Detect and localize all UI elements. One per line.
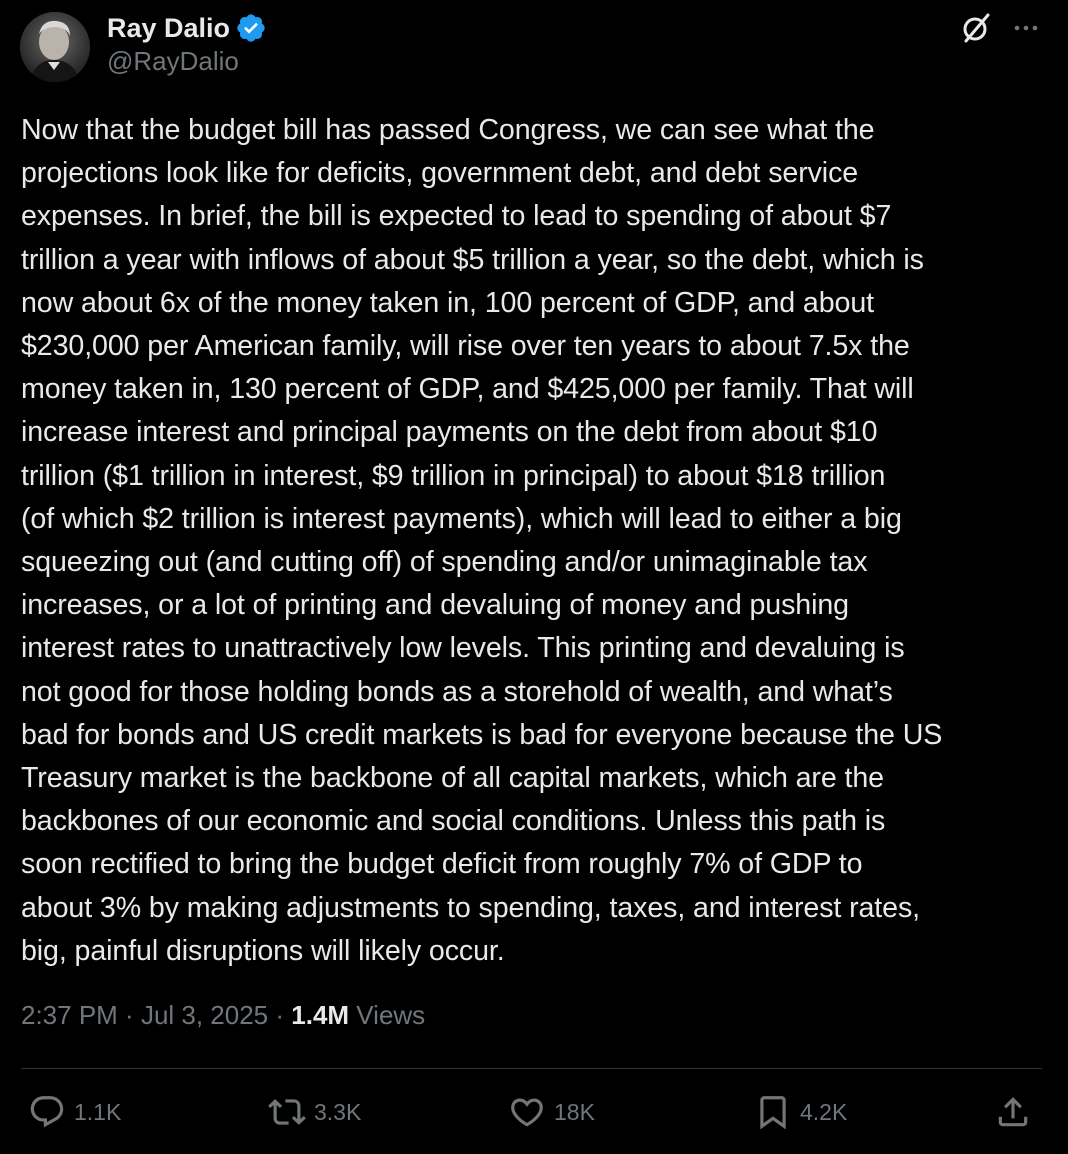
author-name-row: Ray Dalio [107,10,267,46]
tweet-text-line: increase interest and principal payments… [21,416,878,449]
tweet-text-line: big, painful disruptions will likely occ… [21,934,505,967]
tweet-meta: 2:37 PM · Jul 3, 2025 · 1.4M Views [21,1000,425,1031]
repost-count: 3.3K [314,1098,362,1125]
tweet-text-line: expenses. In brief, the bill is expected… [21,200,892,233]
meta-separator: · [268,1000,292,1030]
views-count: 1.4M [291,1000,350,1030]
tweet-text-line: squeezing out (and cutting off) of spend… [21,546,868,579]
tweet-text: Now that the budget bill has passed Cong… [21,109,1045,973]
author-display-name[interactable]: Ray Dalio [107,13,230,44]
avatar[interactable] [20,12,90,82]
views-label: Views [349,1000,426,1030]
heart-icon [511,1098,543,1127]
bookmark-icon [760,1096,786,1130]
share-icon [998,1097,1028,1127]
tweet-text-line: soon rectified to bring the budget defic… [21,848,863,881]
bookmark-button[interactable]: 4.2K [754,1088,847,1136]
tweet-text-line: increases, or a lot of printing and deva… [21,589,849,622]
tweet-text-line: projections look like for deficits, gove… [21,157,859,190]
tweet-text-line: interest rates to unattractively low lev… [21,632,905,665]
tweet-text-line: now about 6x of the money taken in, 100 … [21,286,874,319]
grok-icon[interactable] [958,10,994,46]
bookmark-count: 4.2K [800,1098,848,1125]
reply-count: 1.1K [74,1098,122,1125]
action-bar: 1.1K 3.3K 18K 4.2K [0,1088,1068,1136]
tweet-text-line: trillion ($1 trillion in interest, $9 tr… [21,459,886,492]
tweet-text-line: about 3% by making adjustments to spendi… [21,891,920,924]
tweet-text-line: $230,000 per American family, will rise … [21,330,910,363]
author-handle[interactable]: @RayDalio [107,46,239,77]
like-count: 18K [554,1098,595,1125]
repost-button[interactable]: 3.3K [268,1088,361,1136]
repost-icon [268,1099,306,1125]
tweet-text-line: backbones of our economic and social con… [21,805,886,838]
tweet-text-line: money taken in, 130 percent of GDP, and … [21,373,914,406]
tweet-text-line: not good for those holding bonds as a st… [21,675,893,708]
verified-badge-icon[interactable] [235,12,267,44]
divider [21,1068,1042,1069]
tweet-text-line: Now that the budget bill has passed Cong… [21,114,875,146]
tweet-text-line: trillion a year with inflows of about $5… [21,243,924,276]
tweet-text-line: (of which $2 trillion is interest paymen… [21,502,902,535]
tweet-text-line: Treasury market is the backbone of all c… [21,762,884,795]
reply-button[interactable]: 1.1K [28,1088,121,1136]
tweet-date[interactable]: Jul 3, 2025 [141,1000,268,1030]
tweet-time[interactable]: 2:37 PM [21,1000,118,1030]
tweet-text-line: bad for bonds and US credit markets is b… [21,718,943,751]
user-avatar-icon [20,12,90,82]
share-button[interactable] [994,1088,1032,1136]
like-button[interactable]: 18K [508,1088,595,1136]
more-icon[interactable] [1010,12,1042,44]
reply-icon [30,1096,64,1128]
meta-separator: · [117,1000,141,1030]
